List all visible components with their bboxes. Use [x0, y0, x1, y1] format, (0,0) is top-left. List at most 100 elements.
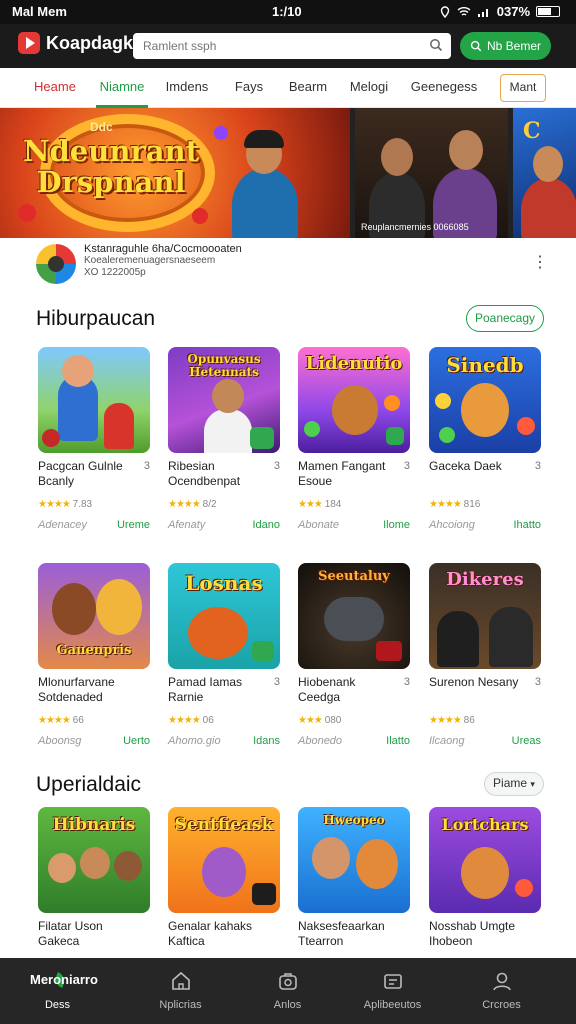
app-card[interactable]: Hweopeo Naksesfeaarkan Ttearron — [298, 807, 410, 949]
app-name: Pamad Iamas Rarnie 3 — [168, 675, 280, 705]
hero-slide-3[interactable]: C — [513, 108, 576, 238]
bubble-decoration — [435, 393, 451, 409]
slide3-character-head — [533, 146, 563, 182]
app-card[interactable]: Gauenpris Mlonurfarvane Sotdenaded ★★★★ … — [38, 563, 150, 749]
banner-title-line2: Drspnanl — [36, 165, 186, 199]
app-name: Surenon Nesany 3 — [429, 675, 541, 705]
app-thumbnail: Hweopeo — [298, 807, 410, 913]
app-card[interactable]: Hibnaris Filatar Uson Gakeca — [38, 807, 150, 949]
system-icons: 037% — [439, 4, 560, 19]
bear-character — [332, 385, 378, 435]
sign-in-label: Nb Bemer — [486, 39, 542, 53]
character-figure — [104, 403, 134, 449]
game-badge-icon — [252, 883, 276, 905]
app-rating-row: ★★★★ 66 — [38, 713, 150, 727]
app-rank: 3 — [534, 676, 541, 688]
thumbnail-title: Sentfieask — [174, 815, 274, 835]
app-name-text: Pamad Iamas Rarnie — [168, 675, 243, 704]
app-card[interactable]: Dikeres Surenon Nesany 3 ★★★★ 86 Ilcaong U… — [429, 563, 541, 749]
app-category: Aboonsg — [38, 735, 82, 747]
hero-slide-2[interactable]: Reuplancmernies 0066085 — [355, 108, 508, 238]
app-rating: 06 — [202, 714, 214, 726]
app-name-text: Naksesfeaarkan Ttearron — [298, 919, 385, 948]
tab-indies[interactable]: Imdens — [163, 68, 211, 108]
app-badge[interactable]: Ureme — [117, 519, 150, 533]
search-icon[interactable] — [429, 38, 443, 52]
app-name-text: Mamen Fangant Esoue — [298, 459, 386, 488]
tab-bearm[interactable]: Bearm — [286, 68, 330, 108]
battery-icon — [536, 6, 560, 17]
app-name: Mamen Fangant Esoue 3 — [298, 459, 410, 489]
app-name: Hiobenank Ceedga 3 — [298, 675, 410, 705]
bottom-nav-home[interactable]: Meroniarro Dess — [0, 958, 115, 1024]
app-thumbnail — [38, 347, 150, 453]
location-icon — [440, 5, 449, 18]
fox-character — [461, 847, 509, 899]
app-card[interactable]: Losnas Pamad Iamas Rarnie 3 ★★★★ 06 Ahomo… — [168, 563, 280, 749]
app-root: Mal Mem 1:/10 037% Koapdagk Nb Bemer Hea… — [0, 0, 576, 1024]
app-badge[interactable]: Idano — [252, 519, 280, 533]
app-rating: 184 — [324, 498, 342, 510]
bottom-nav-anlos[interactable]: Anlos — [230, 958, 345, 1024]
brand-logo[interactable]: Koapdagk — [18, 32, 133, 54]
app-badge[interactable]: Idans — [253, 735, 280, 749]
thumbnail-title: Sinedb — [446, 353, 524, 377]
bubble-decoration — [304, 421, 320, 437]
slide3-character-body — [521, 178, 576, 238]
tab-fays[interactable]: Fays — [229, 68, 269, 108]
tab-home[interactable]: Heame — [30, 68, 80, 108]
section-2-dropdown-button[interactable]: Piame ▾ — [484, 772, 544, 796]
app-card[interactable]: Lidenutio Mamen Fangant Esoue 3 ★★★ 184 A… — [298, 347, 410, 533]
more-tabs-button[interactable]: Mant — [500, 74, 546, 102]
sign-in-button[interactable]: Nb Bemer — [460, 32, 551, 60]
bear-character — [96, 579, 142, 635]
wifi-icon — [457, 6, 471, 16]
section-1-action-button[interactable]: Poanecagy — [466, 305, 544, 332]
apps-box-icon — [383, 974, 402, 989]
star-rating-icon: ★★★★ — [429, 714, 462, 726]
app-meta-row: Abonate Ilome — [298, 519, 410, 533]
search-input[interactable] — [133, 33, 413, 59]
tab-geenegess[interactable]: Geenegess — [410, 68, 478, 108]
featured-app-row[interactable]: Kstanraguhle 6ha/Cocmoooaten Koealeremen… — [0, 238, 576, 288]
more-options-icon[interactable]: ⋮ — [532, 254, 548, 272]
bottom-nav-apps[interactable]: Aplibeeutos — [335, 958, 450, 1024]
tab-games[interactable]: Niamne — [96, 68, 148, 108]
app-badge[interactable]: Uerto — [123, 735, 150, 749]
bottom-nav-label: Nplicrias — [159, 999, 202, 1011]
thumbnail-title: Lortchars — [441, 815, 529, 834]
app-card[interactable]: Pacgcan Gulnle Bcanly 3 ★★★★ 7.83 Adenace… — [38, 347, 150, 533]
featured-app-meta: XO 1222005p — [84, 267, 146, 278]
hero-slide-main[interactable]: Ddc Ndeunrant Drspnanl — [0, 108, 350, 238]
game-badge-icon — [386, 427, 404, 445]
star-rating-icon: ★★★ — [298, 498, 323, 510]
app-rating: 8/2 — [202, 498, 217, 510]
thumbnail-title: Hibnaris — [52, 815, 136, 835]
status-bar: Mal Mem 1:/10 037% — [0, 0, 576, 24]
bottom-nav-applications[interactable]: Nplicrias — [123, 958, 238, 1024]
character-head — [48, 853, 76, 883]
app-card[interactable]: Sinedb Gaceka Daek 3 ★★★★ 816 Ahcoiong Iha… — [429, 347, 541, 533]
app-rating-row: ★★★★ 06 — [168, 713, 280, 727]
app-name: Gaceka Daek 3 — [429, 459, 541, 489]
app-name: Mlonurfarvane Sotdenaded — [38, 675, 150, 705]
bubble-decoration — [384, 395, 400, 411]
bubble-decoration — [439, 427, 455, 443]
app-thumbnail: Sentfieask — [168, 807, 280, 913]
hero-carousel[interactable]: Ddc Ndeunrant Drspnanl Reuplancmernies 0… — [0, 108, 576, 238]
app-card[interactable]: Sentfieask Genalar kahaks Kaftica — [168, 807, 280, 949]
app-badge[interactable]: Ilome — [383, 519, 410, 533]
gamepad-icon — [324, 597, 384, 641]
app-card[interactable]: Opunvasus Hetennats Ribesian Ocendbenpat… — [168, 347, 280, 533]
slide2-character-head — [449, 130, 483, 170]
ball-decoration — [214, 126, 228, 140]
bottom-nav-account[interactable]: Crcroes — [444, 958, 559, 1024]
app-badge[interactable]: Ihatto — [513, 519, 541, 533]
app-badge[interactable]: Ilatto — [386, 735, 410, 749]
app-badge[interactable]: Ureas — [512, 735, 541, 749]
tab-melogi[interactable]: Melogi — [349, 68, 389, 108]
app-card[interactable]: Seeutaluy Hiobenank Ceedga 3 ★★★ 080 Abon… — [298, 563, 410, 749]
app-card[interactable]: Lortchars Nosshab Umgte Ihobeon — [429, 807, 541, 949]
carrier-name: Mal Mem — [12, 4, 67, 19]
star-rating-icon: ★★★ — [298, 714, 323, 726]
